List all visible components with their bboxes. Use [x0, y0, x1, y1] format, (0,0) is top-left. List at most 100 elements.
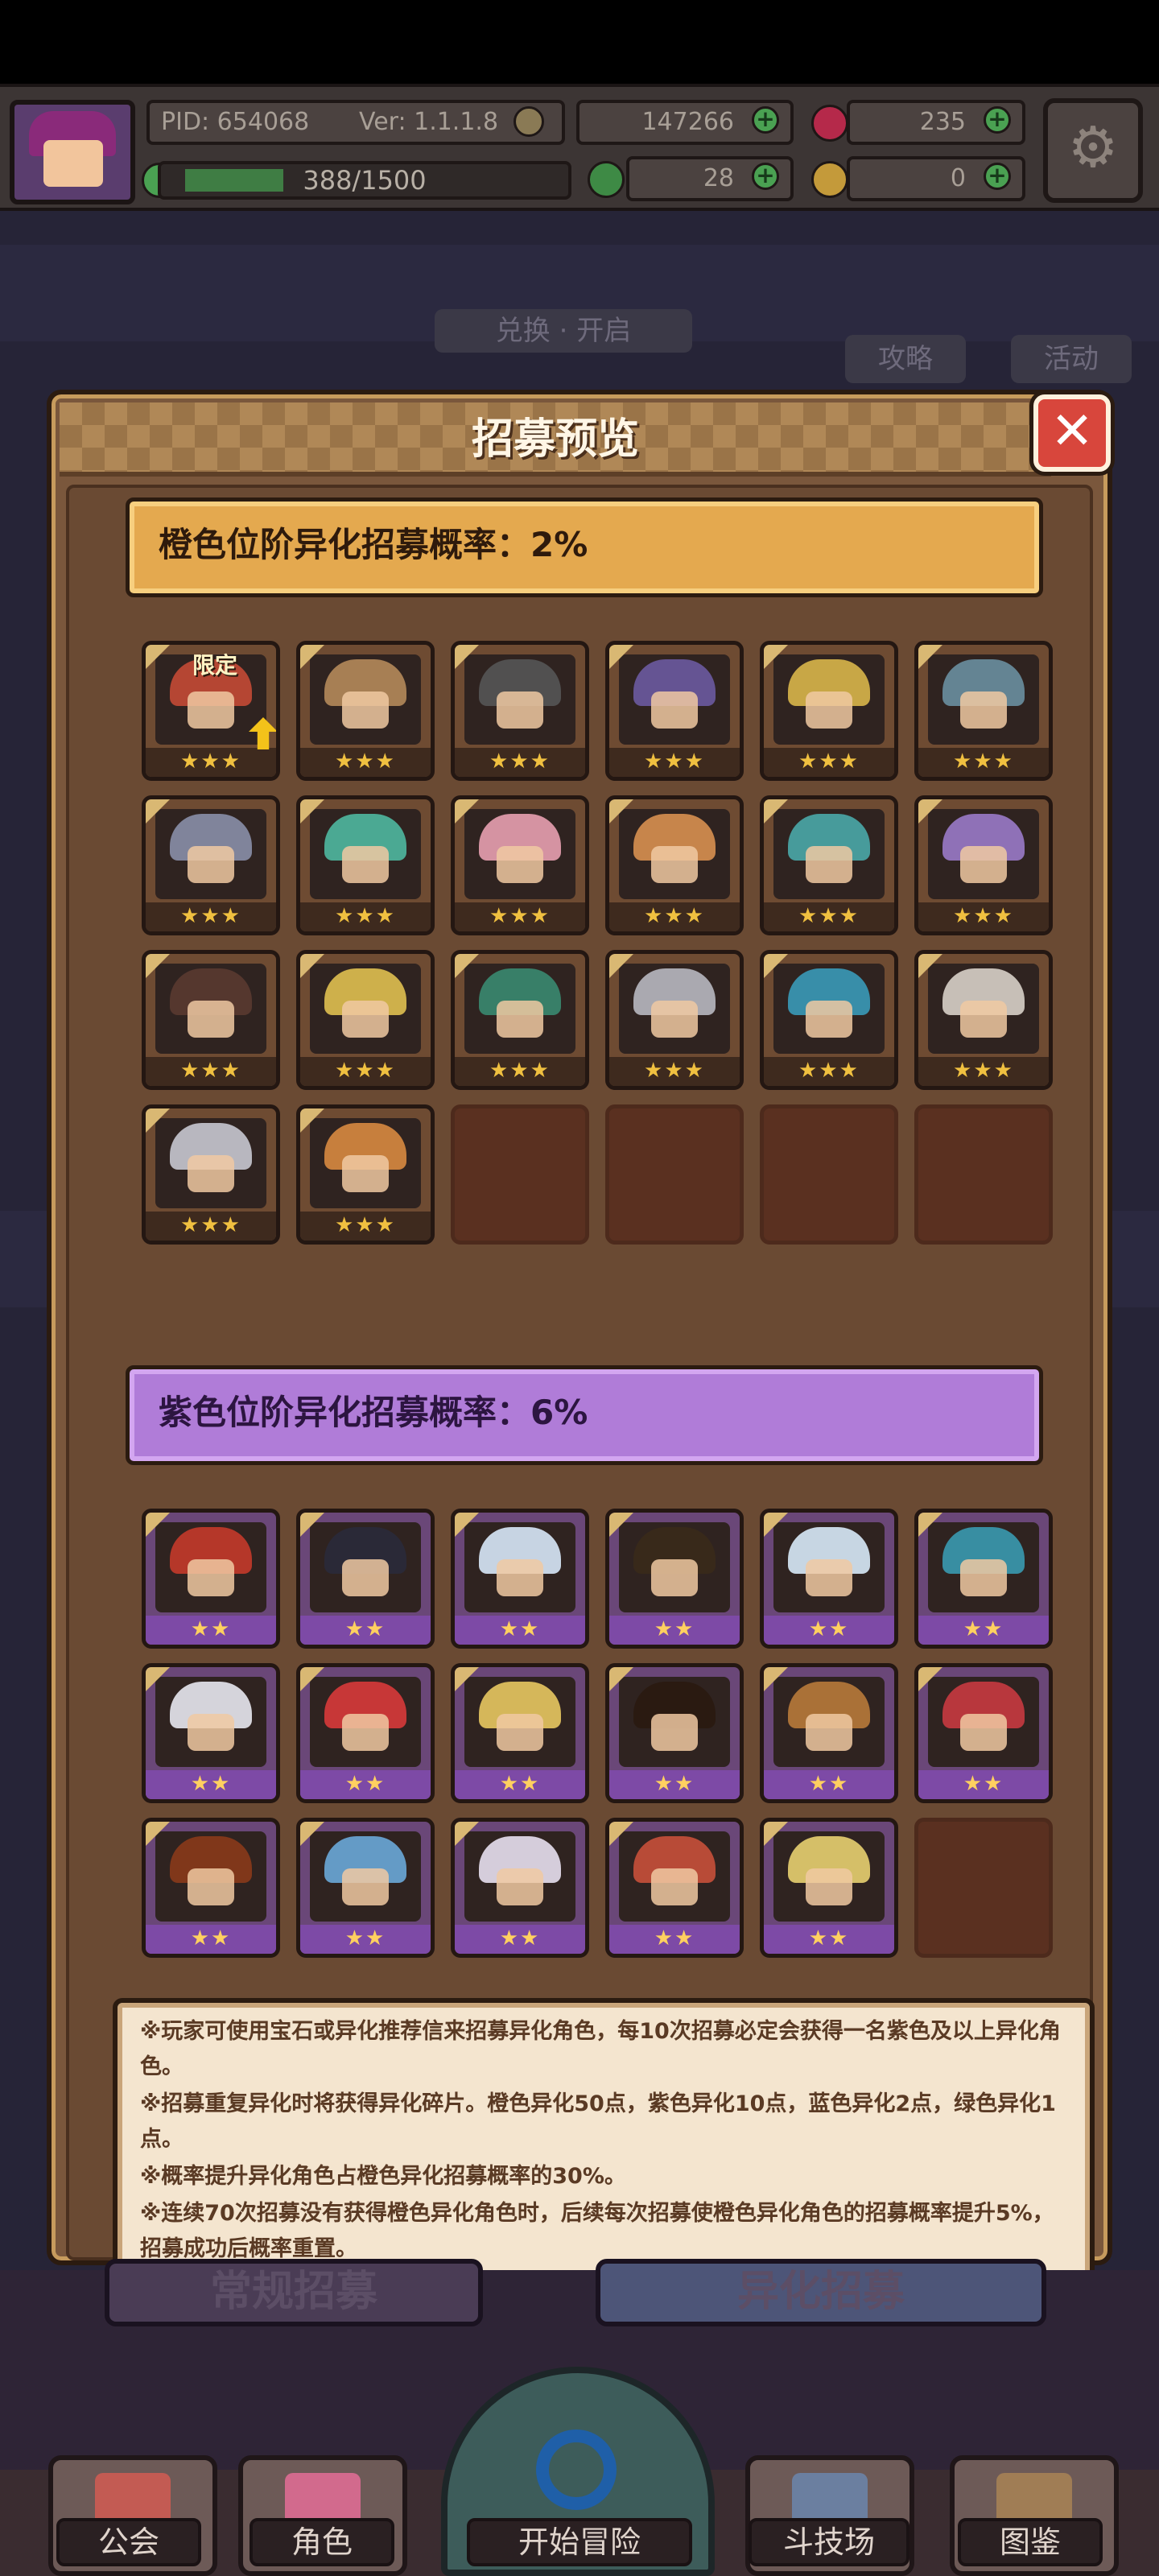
purple-character-card[interactable]: ★★	[605, 1509, 744, 1649]
portrait-face	[806, 846, 852, 883]
orange-character-card[interactable]: ★★★	[142, 950, 280, 1090]
clover-amount: 28	[703, 164, 734, 192]
limited-tag: 限定	[192, 652, 237, 679]
portrait-face	[806, 1001, 852, 1038]
purple-character-card[interactable]: ★★	[451, 1663, 589, 1803]
add-clover-button[interactable]: +	[752, 163, 779, 190]
orange-character-card[interactable]: ★★★ 限定	[142, 641, 280, 781]
purple-character-card[interactable]: ★★	[760, 1663, 898, 1803]
key-bar: 0 +	[847, 156, 1025, 201]
portrait-face	[960, 846, 1007, 883]
add-key-button[interactable]: +	[984, 163, 1011, 190]
star-rating: ★★	[609, 1770, 740, 1799]
portrait-face	[342, 1714, 389, 1751]
portrait-face	[960, 1001, 1007, 1038]
purple-character-card[interactable]: ★★	[914, 1509, 1053, 1649]
star-rating: ★★	[455, 1616, 585, 1645]
purple-character-card[interactable]: ★★	[914, 1663, 1053, 1803]
portrait-face	[342, 1155, 389, 1192]
purple-character-card[interactable]: ★★	[451, 1818, 589, 1958]
star-rating: ★★★	[764, 902, 894, 931]
add-gem-button[interactable]: +	[984, 106, 1011, 134]
orange-character-card[interactable]: ★★★	[605, 950, 744, 1090]
orange-character-card[interactable]: ★★★	[914, 641, 1053, 781]
portrait-face	[342, 1868, 389, 1905]
star-rating: ★★★	[146, 748, 276, 777]
star-rating: ★★	[764, 1770, 894, 1799]
portrait-face	[497, 1559, 543, 1596]
empty-slot	[914, 1818, 1053, 1958]
orange-character-card[interactable]: ★★★	[760, 641, 898, 781]
purple-character-card[interactable]: ★★	[142, 1663, 280, 1803]
alien-recruit-tab[interactable]: 异化招募	[596, 2259, 1046, 2326]
status-bar-area	[0, 0, 1159, 84]
avatar-face	[43, 140, 103, 187]
portrait-face	[806, 691, 852, 729]
orange-character-card[interactable]: ★★★	[605, 641, 744, 781]
orange-character-card[interactable]: ★★★	[760, 950, 898, 1090]
orange-character-card[interactable]: ★★★	[451, 950, 589, 1090]
modal-content: 橙色位阶异化招募概率：2% ★★★ 限定 ★★★ ★★★ ★★★ ★★★ ★★★ ★★★ ★★★…	[66, 485, 1095, 2322]
star-rating: ★★	[455, 1770, 585, 1799]
orange-character-card[interactable]: ★★★	[296, 1104, 435, 1245]
gold-amount: 147266	[641, 108, 734, 136]
star-rating: ★★★	[146, 1212, 276, 1241]
star-rating: ★★★	[300, 902, 431, 931]
empty-slot	[914, 1104, 1053, 1245]
add-gold-button[interactable]: +	[752, 106, 779, 134]
purple-character-card[interactable]: ★★	[142, 1818, 280, 1958]
nav-character-label: 角色	[250, 2518, 394, 2566]
orange-character-card[interactable]: ★★★	[142, 1104, 280, 1245]
orange-character-card[interactable]: ★★★	[296, 795, 435, 935]
purple-character-card[interactable]: ★★	[760, 1818, 898, 1958]
portrait-face	[497, 846, 543, 883]
star-rating: ★★	[609, 1616, 740, 1645]
orange-character-card[interactable]: ★★★	[914, 950, 1053, 1090]
star-rating: ★★	[918, 1770, 1049, 1799]
purple-character-card[interactable]: ★★	[605, 1818, 744, 1958]
star-rating: ★★★	[455, 748, 585, 777]
orange-character-card[interactable]: ★★★	[914, 795, 1053, 935]
close-button[interactable]: ✕	[1033, 394, 1111, 472]
exchange-label: 兑换	[495, 315, 551, 347]
top-hud: PID: 654068 Ver: 1.1.1.8 147266 + 235 + …	[0, 84, 1159, 211]
gold-bar: 147266 +	[576, 100, 794, 145]
normal-recruit-tab[interactable]: 常规招募	[105, 2259, 483, 2326]
portrait-face	[497, 1714, 543, 1751]
star-rating: ★★	[146, 1770, 276, 1799]
guide-button[interactable]: 攻略	[845, 335, 966, 383]
star-rating: ★★★	[609, 1057, 740, 1086]
orange-character-card[interactable]: ★★★	[142, 795, 280, 935]
portrait-face	[188, 691, 234, 729]
portrait-face	[806, 1868, 852, 1905]
orange-character-card[interactable]: ★★★	[451, 641, 589, 781]
player-avatar[interactable]	[10, 100, 135, 204]
star-rating: ★★	[764, 1616, 894, 1645]
purple-character-card[interactable]: ★★	[142, 1509, 280, 1649]
orange-character-card[interactable]: ★★★	[760, 795, 898, 935]
star-rating: ★★★	[455, 1057, 585, 1086]
settings-gear-icon[interactable]: ⚙	[1043, 98, 1143, 203]
copy-icon[interactable]	[514, 106, 544, 137]
portrait-face	[188, 1559, 234, 1596]
empty-slot	[760, 1104, 898, 1245]
nav-start-label: 开始冒险	[467, 2518, 692, 2566]
star-rating: ★★★	[300, 748, 431, 777]
orange-character-card[interactable]: ★★★	[451, 795, 589, 935]
activity-button[interactable]: 活动	[1011, 335, 1132, 383]
nav-codex-label: 图鉴	[958, 2518, 1103, 2566]
purple-character-card[interactable]: ★★	[605, 1663, 744, 1803]
purple-character-card[interactable]: ★★	[296, 1818, 435, 1958]
player-id: PID: 654068	[161, 108, 310, 136]
orange-character-card[interactable]: ★★★	[296, 641, 435, 781]
gem-icon	[811, 105, 848, 142]
purple-character-card[interactable]: ★★	[296, 1663, 435, 1803]
purple-character-card[interactable]: ★★	[760, 1509, 898, 1649]
orange-character-card[interactable]: ★★★	[296, 950, 435, 1090]
star-rating: ★★★	[918, 902, 1049, 931]
purple-character-card[interactable]: ★★	[451, 1509, 589, 1649]
purple-character-card[interactable]: ★★	[296, 1509, 435, 1649]
orange-character-card[interactable]: ★★★	[605, 795, 744, 935]
portrait-face	[188, 1155, 234, 1192]
star-rating: ★★★	[300, 1212, 431, 1241]
